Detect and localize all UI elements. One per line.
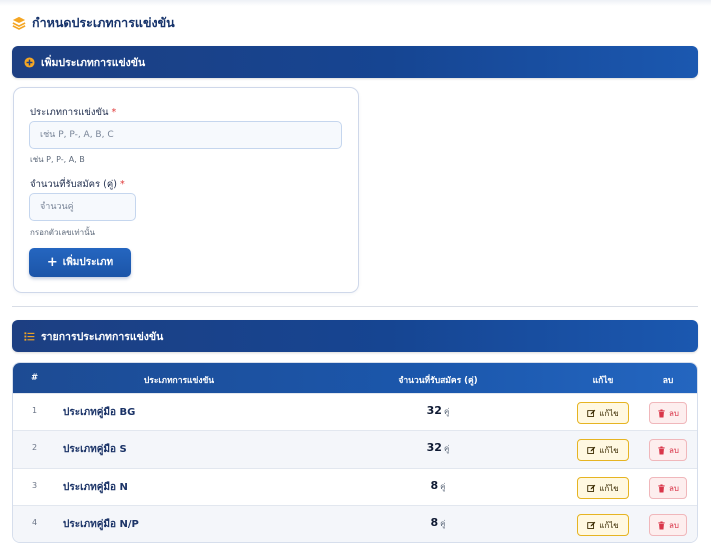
capacity-value: 8	[430, 516, 439, 529]
capacity-field-label: จำนวนที่รับสมัคร (คู่) *	[30, 177, 125, 192]
col-edit: แก้ไข	[592, 376, 614, 386]
capacity-unit: คู่	[443, 407, 450, 416]
edit-button-label: แก้ไข	[599, 408, 619, 418]
trash-icon	[658, 445, 665, 455]
trash-icon	[658, 408, 665, 418]
add-type-form: ประเภทการแข่งขัน * เช่น P, P-, A, B จำนว…	[13, 87, 359, 293]
add-section-title: เพิ่มประเภทการแข่งขัน	[41, 56, 146, 69]
edit-button-label: แก้ไข	[599, 520, 619, 530]
capacity-unit: คู่	[440, 519, 446, 528]
list-icon	[24, 331, 35, 341]
capacity-hint: กรอกตัวเลขเท่านั้น	[30, 228, 96, 237]
row-index: 4	[32, 518, 38, 527]
edit-icon	[587, 409, 596, 417]
edit-icon	[587, 446, 596, 454]
capacity-value: 32	[426, 441, 442, 454]
capacity-input[interactable]	[29, 193, 136, 221]
row-index: 1	[32, 406, 38, 415]
required-mark: *	[119, 179, 125, 190]
table-row: 2 ประเภทคู่มือ S 32 คู่ แก้ไข ลบ	[13, 430, 697, 468]
type-input[interactable]	[29, 121, 342, 149]
capacity-value: 32	[426, 404, 442, 417]
col-type: ประเภทการแข่งขัน	[143, 376, 215, 386]
delete-button-label: ลบ	[669, 483, 679, 493]
page-title-text: กำหนดประเภทการแข่งขัน	[32, 15, 175, 30]
delete-button[interactable]: ลบ	[649, 402, 687, 424]
top-shadow	[0, 0, 711, 6]
row-type-name: ประเภทคู่มือ N	[63, 482, 128, 493]
add-type-button[interactable]: + เพิ่มประเภท	[29, 248, 131, 277]
add-section-header: เพิ่มประเภทการแข่งขัน	[12, 46, 698, 78]
row-capacity: 32 คู่	[393, 441, 483, 455]
trash-icon	[658, 520, 665, 530]
type-label-text: ประเภทการแข่งขัน	[30, 107, 109, 118]
edit-button[interactable]: แก้ไข	[577, 514, 629, 536]
table-row: 3 ประเภทคู่มือ N 8 คู่ แก้ไข ลบ	[13, 468, 697, 506]
edit-button-label: แก้ไข	[599, 445, 619, 455]
row-capacity: 8 คู่	[393, 479, 483, 493]
plus-circle-icon	[24, 56, 35, 68]
type-field-label: ประเภทการแข่งขัน *	[30, 105, 116, 120]
edit-button[interactable]: แก้ไข	[577, 439, 629, 461]
edit-icon	[587, 484, 596, 492]
row-index: 3	[32, 481, 38, 490]
capacity-label-text: จำนวนที่รับสมัคร (คู่)	[30, 179, 117, 190]
delete-button-label: ลบ	[669, 520, 679, 530]
table-row: 1 ประเภทคู่มือ BG 32 คู่ แก้ไข ลบ	[13, 393, 697, 431]
delete-button-label: ลบ	[669, 408, 679, 418]
capacity-unit: คู่	[443, 444, 450, 453]
edit-button[interactable]: แก้ไข	[577, 402, 629, 424]
list-section-header: รายการประเภทการแข่งขัน	[12, 320, 698, 352]
table-header: # ประเภทการแข่งขัน จำนวนที่รับสมัคร (คู่…	[13, 363, 697, 393]
capacity-unit: คู่	[440, 482, 446, 491]
col-capacity: จำนวนที่รับสมัคร (คู่)	[398, 376, 478, 386]
type-hint: เช่น P, P-, A, B	[30, 155, 85, 164]
list-section-title: รายการประเภทการแข่งขัน	[41, 330, 164, 343]
delete-button[interactable]: ลบ	[649, 439, 687, 461]
row-capacity: 8 คู่	[393, 516, 483, 530]
edit-button[interactable]: แก้ไข	[577, 477, 629, 499]
plus-icon: +	[46, 255, 58, 270]
delete-button[interactable]: ลบ	[649, 477, 687, 499]
row-type-name: ประเภทคู่มือ S	[63, 444, 127, 455]
edit-icon	[587, 521, 596, 529]
table-row: 4 ประเภทคู่มือ N/P 8 คู่ แก้ไข ลบ	[13, 505, 697, 542]
page-title: กำหนดประเภทการแข่งขัน	[12, 14, 175, 32]
layers-icon	[12, 16, 26, 30]
section-divider	[12, 306, 698, 307]
trash-icon	[658, 483, 665, 493]
row-index: 2	[32, 443, 38, 452]
row-capacity: 32 คู่	[393, 404, 483, 418]
add-type-button-label: เพิ่มประเภท	[62, 257, 114, 268]
row-type-name: ประเภทคู่มือ N/P	[63, 519, 139, 530]
delete-button[interactable]: ลบ	[649, 514, 687, 536]
edit-button-label: แก้ไข	[599, 483, 619, 493]
capacity-value: 8	[430, 479, 439, 492]
row-type-name: ประเภทคู่มือ BG	[63, 407, 136, 418]
delete-button-label: ลบ	[669, 445, 679, 455]
required-mark: *	[111, 107, 117, 118]
col-delete: ลบ	[662, 376, 674, 386]
types-table: # ประเภทการแข่งขัน จำนวนที่รับสมัคร (คู่…	[12, 362, 698, 543]
